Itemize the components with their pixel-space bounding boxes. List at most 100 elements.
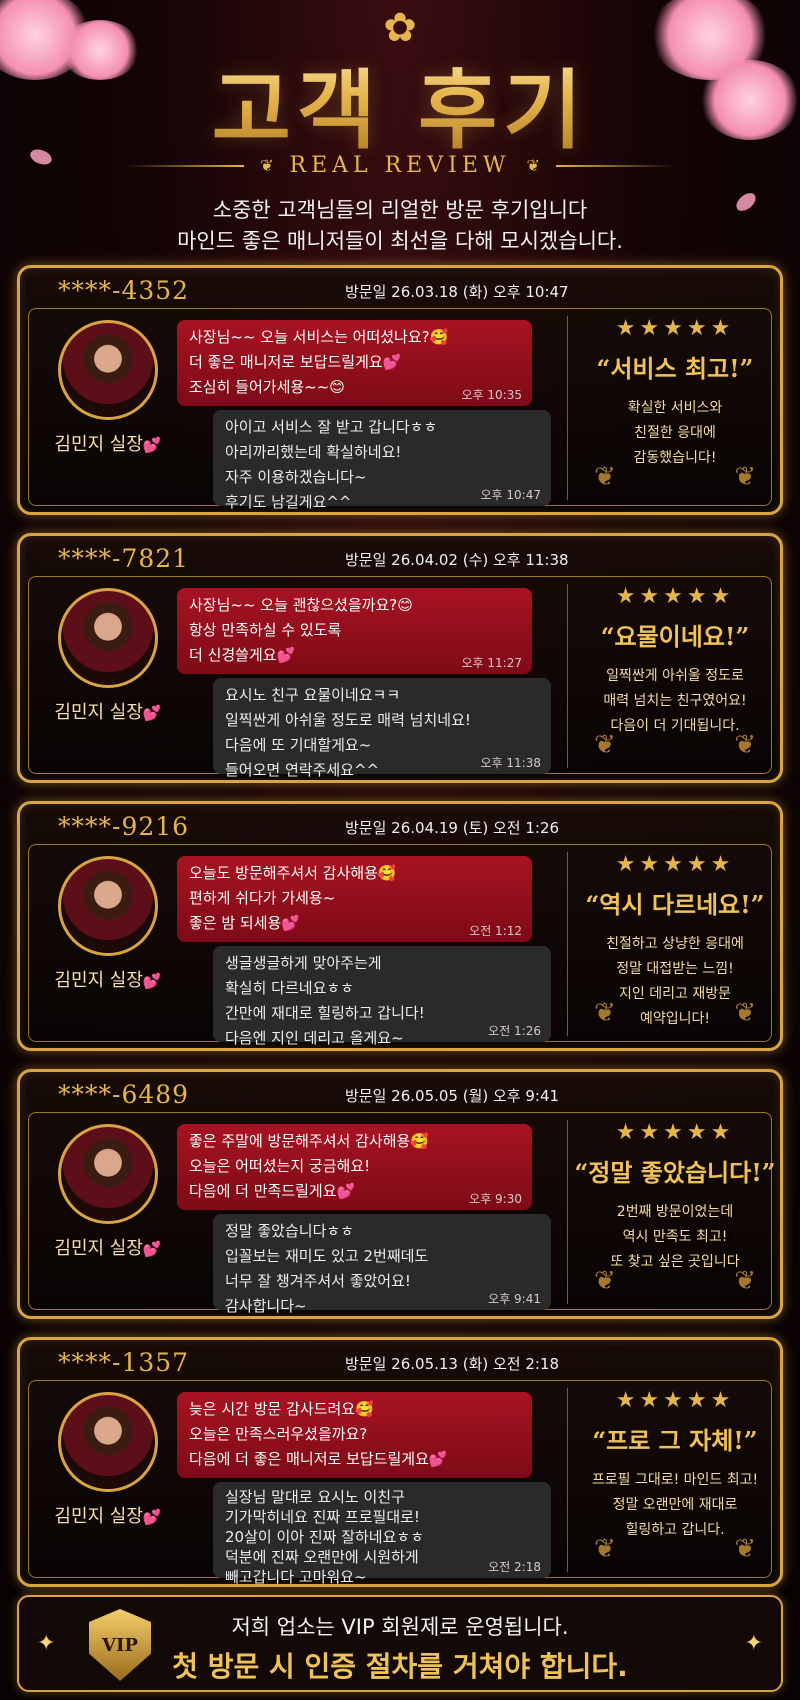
message-line: 자주 이용하겠습니다~ (225, 468, 367, 486)
message-time: 오전 2:18 (488, 1560, 541, 1574)
review-summary-line: 2번째 방문이었는데 (616, 1204, 734, 1220)
rating-panel: ★★★★★ “정말 좋았습니다!” 2번째 방문이었는데 역시 만족도 최고! 또 … (574, 1120, 776, 1310)
star-rating-icon: ★★★★★ (615, 1388, 735, 1413)
review-card: ****-7821 방문일 26.04.02 (수) 오후 11:38 김민지 … (17, 533, 783, 783)
message-line: 너무 잘 챙겨주셔서 좋았어요! (225, 1272, 411, 1290)
intro-line: 마인드 좋은 매니저들이 최선을 다해 모시겠습니다. (177, 229, 623, 253)
subtitle-row: ❦ REAL REVIEW ❦ (0, 153, 800, 178)
card-header: ****-7821 방문일 26.04.02 (수) 오후 11:38 (20, 544, 780, 574)
intro-line: 소중한 고객님들의 리얼한 방문 후기입니다 (212, 198, 588, 222)
review-summary-line: 정말 오랜만에 재대로 (612, 1497, 738, 1513)
message-line: 사장님~~ 오늘 서비스는 어떠셨나요?🥰 (189, 328, 449, 346)
heart-icon: 💕 (142, 1240, 162, 1258)
message-line: 사장님~~ 오늘 괜찮으셨을까요?😊 (189, 596, 413, 614)
vertical-divider (567, 1120, 568, 1304)
staff-name-label: 김민지 실장 (54, 970, 143, 991)
review-summary: 일찍싼게 아쉬울 정도로 매력 넘치는 친구였어요! 다음이 더 기대됩니다. (574, 664, 776, 739)
visit-date: 방문일 26.05.13 (화) 오전 2:18 (345, 1355, 560, 1373)
message-time: 오후 9:41 (488, 1292, 541, 1306)
message-line: 좋은 주말에 방문해주셔서 감사해용🥰 (189, 1132, 429, 1150)
review-summary-line: 정말 대접받는 느낌! (616, 961, 734, 977)
user-id: ****-4352 (58, 276, 190, 305)
review-quote: “서비스 최고!” (596, 354, 754, 383)
staff-name-label: 김민지 실장 (54, 1238, 143, 1259)
heart-icon: 💕 (142, 436, 162, 454)
staff-message-bubble: 사장님~~ 오늘 서비스는 어떠셨나요?🥰 더 좋은 매니저로 보답드릴게요💕 조심… (177, 320, 532, 406)
ornament-icon: ❦ (526, 156, 540, 175)
staff-name: 김민지 실장💕 (48, 966, 168, 992)
card-header: ****-9216 방문일 26.04.19 (토) 오전 1:26 (20, 812, 780, 842)
message-line: 오늘도 방문해주셔서 감사해용🥰 (189, 864, 397, 882)
message-line: 오늘은 만족스러우셨을까요? (189, 1425, 368, 1443)
message-line: 간만에 재대로 힐링하고 갑니다! (225, 1004, 425, 1022)
star-rating-icon: ★★★★★ (615, 852, 735, 877)
message-time: 오전 1:26 (488, 1024, 541, 1038)
review-card: ****-9216 방문일 26.04.19 (토) 오전 1:26 김민지 실… (17, 801, 783, 1051)
avatar (58, 320, 158, 420)
rating-panel: ★★★★★ “역시 다르네요!” 친절하고 상냥한 응대에 정말 대접받는 느낌!… (574, 852, 776, 1042)
message-line: 늦은 시간 방문 감사드려요🥰 (189, 1400, 374, 1418)
message-time: 오후 9:30 (469, 1192, 522, 1206)
vertical-divider (567, 852, 568, 1036)
avatar (58, 1124, 158, 1224)
card-header: ****-1357 방문일 26.05.13 (화) 오전 2:18 (20, 1348, 780, 1378)
customer-message-bubble: 아이고 서비스 잘 받고 갑니다ㅎㅎ 아리까리했는데 확실하네요! 자주 이용하겠습… (213, 410, 551, 511)
message-line: 일찍싼게 아쉬울 정도로 매력 넘치네요! (225, 711, 471, 729)
review-summary-line: 일찍싼게 아쉬울 정도로 (606, 668, 744, 684)
message-time: 오전 1:12 (469, 924, 522, 938)
staff-message-bubble: 늦은 시간 방문 감사드려요🥰 오늘은 만족스러우셨을까요? 다음에 더 좋은 매니… (177, 1392, 532, 1478)
message-line: 더 좋은 매니저로 보답드릴게요💕 (189, 353, 402, 371)
review-summary-line: 확실한 서비스와 (627, 400, 723, 416)
customer-message-bubble: 생글생글하게 맞아주는게 확실히 다르네요ㅎㅎ 간만에 재대로 힐링하고 갑니다! 다… (213, 946, 551, 1047)
subtitle: REAL REVIEW (289, 153, 511, 178)
message-line: 항상 만족하실 수 있도록 (189, 621, 342, 639)
review-card: ****-1357 방문일 26.05.13 (화) 오전 2:18 김민지 실… (17, 1337, 783, 1587)
review-summary: 프로필 그대로! 마인드 최고! 정말 오랜만에 재대로 힐링하고 갑니다. (574, 1468, 776, 1543)
message-time: 오후 11:27 (461, 656, 522, 670)
staff-message-bubble: 오늘도 방문해주셔서 감사해용🥰 편하게 쉬다가 가세용~ 좋은 밤 되세용💕 오전… (177, 856, 532, 942)
review-card: ****-4352 방문일 26.03.18 (화) 오후 10:47 김민지 … (17, 265, 783, 515)
laurel-icon: ❦ ❦ (594, 730, 756, 760)
review-summary: 확실한 서비스와 친절한 응대에 감동했습니다! (574, 396, 776, 471)
page-title: 고객 후기 (0, 40, 800, 165)
message-line: 다음에 더 좋은 매니저로 보답드릴게요💕 (189, 1450, 448, 1468)
staff-message-bubble: 좋은 주말에 방문해주셔서 감사해용🥰 오늘은 어떠셨는지 궁금해요! 다음에 더 … (177, 1124, 532, 1210)
vip-notice-emphasis: 첫 방문 시 인증 절차를 거쳐야 합니다. (172, 1650, 628, 1683)
user-id: ****-9216 (58, 812, 190, 841)
review-card: ****-6489 방문일 26.05.05 (월) 오후 9:41 김민지 실… (17, 1069, 783, 1319)
message-line: 입꼴보는 재미도 있고 2번째데도 (225, 1247, 429, 1265)
heart-icon: 💕 (142, 1508, 162, 1526)
staff-name: 김민지 실장💕 (48, 1234, 168, 1260)
message-line: 아리까리했는데 확실하네요! (225, 443, 402, 461)
staff-message-bubble: 사장님~~ 오늘 괜찮으셨을까요?😊 항상 만족하실 수 있도록 더 신경쓸게요💕 … (177, 588, 532, 674)
review-summary: 2번째 방문이었는데 역시 만족도 최고! 또 찾고 싶은 곳입니다 (574, 1200, 776, 1275)
avatar (58, 856, 158, 956)
visit-date: 방문일 26.05.05 (월) 오후 9:41 (345, 1087, 560, 1105)
laurel-icon: ❦ ❦ (594, 1266, 756, 1296)
rating-panel: ★★★★★ “프로 그 자체!” 프로필 그대로! 마인드 최고! 정말 오랜만에… (574, 1388, 776, 1578)
vip-notice-line: 저희 업소는 VIP 회원제로 운영됩니다. (231, 1615, 569, 1639)
message-time: 오후 11:38 (480, 756, 541, 770)
customer-message-bubble: 정말 좋았습니다ㅎㅎ 입꼴보는 재미도 있고 2번째데도너무 잘 챙겨주셔서 좋았… (213, 1214, 551, 1315)
visit-date: 방문일 26.04.19 (토) 오전 1:26 (345, 819, 560, 837)
user-id: ****-6489 (58, 1080, 190, 1109)
star-rating-icon: ★★★★★ (615, 316, 735, 341)
star-rating-icon: ★★★★★ (615, 584, 735, 609)
card-header: ****-4352 방문일 26.03.18 (화) 오후 10:47 (20, 276, 780, 306)
divider-line (555, 164, 676, 167)
review-summary-line: 친절하고 상냥한 응대에 (606, 936, 744, 952)
laurel-icon: ❦ ❦ (594, 1534, 756, 1564)
star-rating-icon: ★★★★★ (615, 1120, 735, 1145)
avatar (58, 1392, 158, 1492)
message-line: 20살이 이아 진짜 잘하네요ㅎㅎ (225, 1528, 424, 1546)
visit-date: 방문일 26.03.18 (화) 오후 10:47 (345, 283, 569, 301)
message-time: 오후 10:35 (461, 388, 522, 402)
review-summary-line: 프로필 그대로! 마인드 최고! (591, 1472, 759, 1488)
visit-date: 방문일 26.04.02 (수) 오후 11:38 (345, 551, 569, 569)
message-line: 아이고 서비스 잘 받고 갑니다ㅎㅎ (225, 418, 438, 436)
message-line: 오늘은 어떠셨는지 궁금해요! (189, 1157, 371, 1175)
message-line: 정말 좋았습니다ㅎㅎ (225, 1222, 354, 1240)
vip-notice: ✦ ✦ VIP 저희 업소는 VIP 회원제로 운영됩니다. 첫 방문 시 인증… (17, 1595, 783, 1692)
customer-message-bubble: 실장님 말대로 요시노 이친구 기가막히네요 진짜 프로필대로! 20살이 이아 진… (213, 1482, 551, 1586)
review-summary-line: 친절한 응대에 (634, 425, 716, 441)
